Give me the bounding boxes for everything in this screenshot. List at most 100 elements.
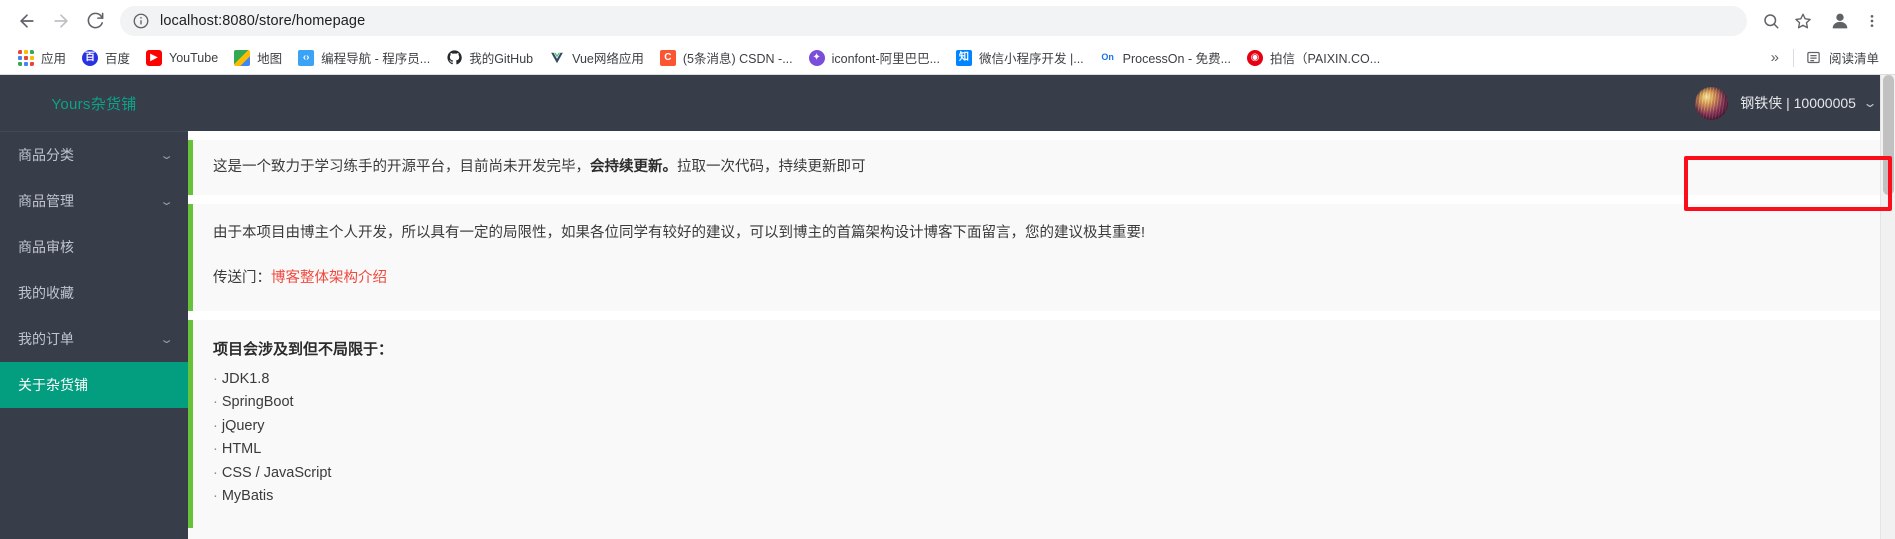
bookmark-label: 我的GitHub bbox=[469, 52, 534, 66]
bookmark-label: 微信小程序开发 |... bbox=[979, 52, 1084, 66]
blog-architecture-link[interactable]: 博客整体架构介绍 bbox=[271, 270, 387, 286]
chevron-down-icon: ⌄ bbox=[1862, 96, 1878, 110]
sidebar-item-label: 商品管理 bbox=[18, 193, 74, 209]
google-maps-icon bbox=[234, 49, 251, 66]
bookmark-label: 地图 bbox=[257, 52, 283, 66]
sidebar-item-label: 商品审核 bbox=[18, 239, 74, 255]
profile-avatar-icon[interactable] bbox=[1825, 6, 1855, 36]
bookmark-label: (5条消息) CSDN -... bbox=[682, 52, 793, 66]
page-scrollbar[interactable]: ▲ bbox=[1880, 75, 1895, 539]
bookmark-item-iconfont[interactable]: ✦ iconfont-阿里巴巴... bbox=[801, 45, 948, 71]
bookmark-item-vue[interactable]: Vue网络应用 bbox=[541, 45, 652, 71]
bookmark-item-github[interactable]: 我的GitHub bbox=[438, 45, 541, 71]
page-viewport: Yours杂货铺 商品分类 ⌄ 商品管理 ⌄ 商品审核 我的收藏 我的订单 ⌄ … bbox=[0, 75, 1895, 539]
baidu-icon: 百 bbox=[82, 49, 99, 66]
sidebar-item-product-management[interactable]: 商品管理 ⌄ bbox=[0, 178, 188, 224]
iconfont-icon: ✦ bbox=[808, 49, 825, 66]
zoom-icon[interactable] bbox=[1757, 7, 1785, 35]
sidebar-item-label: 我的订单 bbox=[18, 331, 74, 347]
bookmark-item-csdn[interactable]: C (5条消息) CSDN -... bbox=[652, 45, 801, 71]
reading-list-icon bbox=[1805, 49, 1822, 66]
bookmark-item-zhihu[interactable]: 知 微信小程序开发 |... bbox=[948, 45, 1092, 71]
top-header-bar: 钢铁侠 | 10000005 ⌄ bbox=[188, 75, 1895, 131]
bookmark-star-icon[interactable] bbox=[1789, 7, 1817, 35]
tech-item: · CSS / JavaScript bbox=[213, 462, 1875, 485]
apps-grid-icon bbox=[18, 49, 34, 66]
url-text[interactable]: localhost:8080/store/homepage bbox=[160, 13, 365, 29]
forward-button[interactable] bbox=[44, 4, 78, 38]
alert-intro-text: 这是一个致力于学习练手的开源平台，目前尚未开发完毕，会持续更新。拉取一次代码，持… bbox=[213, 156, 1875, 179]
tech-item: · MyBatis bbox=[213, 485, 1875, 508]
alert-intro-before: 这是一个致力于学习练手的开源平台，目前尚未开发完毕， bbox=[213, 159, 590, 175]
bookmark-item-paixin[interactable]: ◉ 拍信（PAIXIN.CO... bbox=[1239, 45, 1388, 71]
code-nav-icon: ‹› bbox=[298, 49, 315, 66]
tech-item-label: JDK1.8 bbox=[221, 370, 270, 387]
tech-item: · jQuery bbox=[213, 415, 1875, 438]
tech-item: · SpringBoot bbox=[213, 391, 1875, 414]
bookmark-label: ProcessOn - 免费... bbox=[1122, 52, 1231, 66]
bookmark-label: YouTube bbox=[169, 50, 219, 65]
github-icon bbox=[446, 49, 463, 66]
reload-button[interactable] bbox=[78, 4, 112, 38]
bullet-dot-icon: · bbox=[213, 487, 218, 504]
sidebar-item-label: 关于杂货铺 bbox=[18, 377, 88, 393]
user-name-label: 钢铁侠 | 10000005 bbox=[1740, 95, 1856, 111]
bookmark-label: iconfont-阿里巴巴... bbox=[831, 52, 940, 66]
bullet-dot-icon: · bbox=[213, 464, 218, 481]
alert-intro-after: 拉取一次代码，持续更新即可 bbox=[677, 159, 866, 175]
bookmark-label: 编程导航 - 程序员... bbox=[321, 52, 431, 66]
bullet-dot-icon: · bbox=[213, 370, 218, 387]
youtube-icon: ▶ bbox=[146, 49, 163, 66]
tech-item: · JDK1.8 bbox=[213, 368, 1875, 391]
address-bar[interactable]: localhost:8080/store/homepage bbox=[120, 5, 1747, 36]
browser-menu-icon[interactable] bbox=[1859, 6, 1885, 36]
avatar bbox=[1695, 86, 1729, 120]
user-menu[interactable]: 钢铁侠 | 10000005 ⌄ bbox=[1685, 81, 1881, 125]
brand-title: Yours杂货铺 bbox=[51, 95, 137, 113]
reading-list-label: 阅读清单 bbox=[1828, 52, 1879, 66]
processon-icon: On bbox=[1099, 49, 1116, 66]
chevron-down-icon: ⌄ bbox=[159, 149, 174, 162]
alert-intro-bold: 会持续更新。 bbox=[590, 159, 677, 175]
bookmark-label: 拍信（PAIXIN.CO... bbox=[1270, 52, 1381, 66]
bookmark-item-processon[interactable]: On ProcessOn - 免费... bbox=[1092, 45, 1239, 71]
sidebar-item-label: 商品分类 bbox=[18, 147, 74, 163]
sidebar-item-product-category[interactable]: 商品分类 ⌄ bbox=[0, 132, 188, 178]
sidebar-item-my-orders[interactable]: 我的订单 ⌄ bbox=[0, 316, 188, 362]
bookmark-label: 应用 bbox=[41, 52, 67, 66]
back-button[interactable] bbox=[10, 4, 44, 38]
browser-chrome: localhost:8080/store/homepage 应用 百 百度 ▶ … bbox=[0, 0, 1895, 75]
bookmark-item-baidu[interactable]: 百 百度 bbox=[74, 45, 138, 71]
tech-stack-title: 项目会涉及到但不局限于： bbox=[213, 340, 394, 358]
bullet-dot-icon: · bbox=[213, 394, 218, 411]
bookmark-item-apps[interactable]: 应用 bbox=[10, 45, 74, 71]
browser-toolbar: localhost:8080/store/homepage bbox=[0, 0, 1895, 41]
sidebar-item-my-favorites[interactable]: 我的收藏 bbox=[0, 270, 188, 316]
scrollbar-thumb[interactable] bbox=[1883, 75, 1894, 195]
sidebar-item-about[interactable]: 关于杂货铺 bbox=[0, 362, 188, 408]
bookmark-item-youtube[interactable]: ▶ YouTube bbox=[138, 45, 226, 71]
alert-feedback-line1: 由于本项目由博主个人开发，所以具有一定的局限性，如果各位同学有较好的建议，可以到… bbox=[213, 225, 1146, 242]
site-info-icon[interactable] bbox=[132, 12, 150, 30]
bookmark-item-code-nav[interactable]: ‹› 编程导航 - 程序员... bbox=[290, 45, 438, 71]
bullet-dot-icon: · bbox=[213, 441, 218, 458]
reading-list-button[interactable]: 阅读清单 bbox=[1798, 45, 1887, 71]
portal-label: 传送门： bbox=[213, 270, 271, 287]
tech-item-label: SpringBoot bbox=[221, 394, 294, 411]
alert-banner-intro: 这是一个致力于学习练手的开源平台，目前尚未开发完毕，会持续更新。拉取一次代码，持… bbox=[188, 140, 1895, 196]
tech-item-label: jQuery bbox=[221, 417, 265, 434]
bookmark-label: Vue网络应用 bbox=[572, 52, 644, 66]
alert-banner-feedback: 由于本项目由博主个人开发，所以具有一定的局限性，如果各位同学有较好的建议，可以到… bbox=[188, 204, 1895, 311]
paixin-icon: ◉ bbox=[1247, 49, 1263, 66]
csdn-icon: C bbox=[659, 49, 676, 66]
main-content: 这是一个致力于学习练手的开源平台，目前尚未开发完毕，会持续更新。拉取一次代码，持… bbox=[188, 131, 1895, 539]
zhihu-icon: 知 bbox=[956, 49, 972, 66]
chevron-down-icon: ⌄ bbox=[159, 195, 174, 208]
vue-icon bbox=[549, 49, 566, 66]
chevron-down-icon: ⌄ bbox=[159, 333, 174, 346]
alert-banner-tech-stack: 项目会涉及到但不局限于： · JDK1.8 · SpringBoot · jQuery… bbox=[188, 319, 1895, 529]
bookmark-item-maps[interactable]: 地图 bbox=[226, 45, 290, 71]
sidebar-item-product-review[interactable]: 商品审核 bbox=[0, 224, 188, 270]
bookmarks-bar: 应用 百 百度 ▶ YouTube 地图 ‹› 编程导航 - 程序员... 我的… bbox=[0, 41, 1895, 75]
bookmarks-overflow-button[interactable]: » bbox=[1761, 49, 1789, 66]
